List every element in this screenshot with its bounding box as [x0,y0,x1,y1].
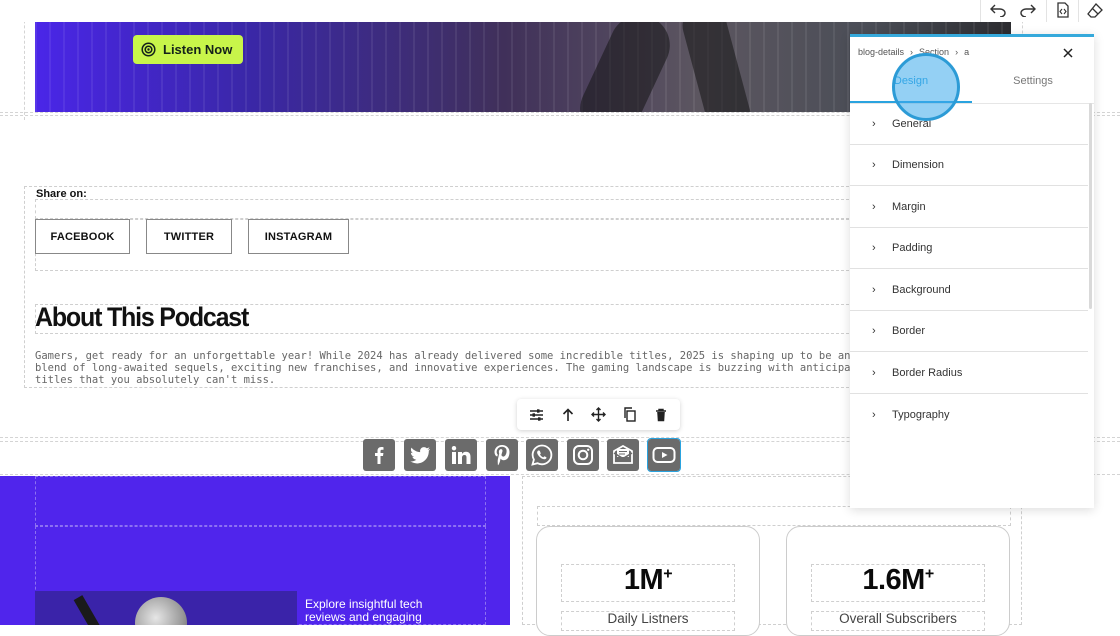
panel-section-general[interactable]: › General [850,104,1088,145]
stat-card-subscribers: 1.6M+ Overall Subscribers [786,526,1010,636]
toolbar-divider [1046,0,1047,22]
whatsapp-icon [531,444,553,466]
linkedin-icon [451,446,471,464]
microphone-shape [135,597,187,625]
trash-icon [655,408,666,421]
close-panel-button[interactable] [1060,45,1076,61]
section-label: Border Radius [892,367,963,379]
eraser-button[interactable] [1080,0,1110,20]
podcast-host-image [35,591,297,625]
section-label: Border [892,325,926,337]
email-icon [613,445,633,464]
close-icon [1063,48,1073,58]
about-text-line: Gamers, get ready for an unforgettable y… [35,350,850,362]
redo-button[interactable] [1013,0,1043,20]
podcast-promo-text: Explore insightful tech reviews and enga… [305,598,455,624]
mic-stand-shape [73,595,103,625]
about-text-line: titles that you absolutely can't miss. [35,374,276,386]
podcast-icon [141,42,156,57]
share-label: Share on: [36,188,87,200]
share-twitter-button[interactable]: TWITTER [146,219,232,254]
element-settings-button[interactable] [525,403,549,427]
share-facebook-button[interactable]: FACEBOOK [35,219,130,254]
element-toolbar [517,399,680,430]
undo-button[interactable] [983,0,1013,20]
panel-section-dimension[interactable]: › Dimension [850,145,1088,186]
share-instagram-button[interactable]: INSTAGRAM [248,219,349,254]
social-email-link[interactable] [607,439,639,471]
sliders-icon [530,408,543,421]
chevron-right-icon: › [872,284,876,296]
listen-now-button[interactable]: Listen Now [133,35,243,64]
chevron-right-icon: › [872,408,876,421]
panel-section-padding[interactable]: › Padding [850,228,1088,269]
stat-value: 1.6M+ [862,564,934,596]
toolbar-divider [1078,0,1079,22]
chevron-right-icon: › [872,118,876,130]
style-panel: blog-details › Section › a Design Settin… [850,34,1094,508]
section-label: Margin [892,201,926,213]
breadcrumb-item[interactable]: blog-details [858,47,904,57]
breadcrumb: blog-details › Section › a [858,47,969,57]
promo-text-line: reviews and engaging [305,610,422,624]
social-whatsapp-link[interactable] [526,439,558,471]
youtube-icon [652,447,676,463]
duplicate-element-button[interactable] [618,403,642,427]
undo-icon [990,4,1006,17]
chevron-right-icon: › [910,47,914,57]
stat-label: Overall Subscribers [839,611,957,626]
move-element-button[interactable] [587,403,611,427]
code-file-icon [1057,2,1069,18]
editor-top-toolbar [0,0,1120,22]
panel-section-margin[interactable]: › Margin [850,187,1088,228]
twitter-icon [410,447,430,464]
panel-scrollbar[interactable] [1089,103,1092,309]
chevron-right-icon: › [872,325,876,337]
panel-section-border[interactable]: › Border [850,311,1088,352]
panel-section-border-radius[interactable]: › Border Radius [850,353,1088,394]
instagram-icon [573,445,593,465]
code-view-button[interactable] [1048,0,1078,20]
tab-design[interactable]: Design [850,75,972,101]
section-label: Padding [892,242,933,254]
section-label: Background [892,284,951,296]
delete-element-button[interactable] [649,403,673,427]
facebook-icon [375,447,384,464]
chevron-right-icon: › [955,47,959,57]
social-instagram-link[interactable] [567,439,599,471]
breadcrumb-item[interactable]: a [964,47,969,57]
section-label: General [892,118,932,130]
about-text-line: blend of long-awaited sequels, exciting … [35,362,850,374]
arrow-up-icon [562,407,573,421]
redo-icon [1020,4,1036,17]
pinterest-icon [494,445,510,466]
social-youtube-link[interactable] [647,438,681,472]
about-podcast-title: About This Podcast [35,302,249,333]
listen-now-label: Listen Now [163,42,233,57]
section-label: Typography [892,408,950,421]
social-pinterest-link[interactable] [486,439,518,471]
chevron-right-icon: › [872,367,876,379]
chevron-right-icon: › [872,242,876,254]
social-twitter-link[interactable] [404,439,436,471]
toolbar-divider [980,0,981,22]
panel-section-background[interactable]: › Background [850,270,1088,311]
stat-value: 1M+ [623,564,673,596]
eraser-icon [1087,2,1103,18]
breadcrumb-item[interactable]: Section [919,47,949,57]
copy-icon [624,407,636,422]
stat-label: Daily Listners [607,611,689,626]
chevron-right-icon: › [872,159,876,171]
about-podcast-text: Gamers, get ready for an unforgettable y… [35,350,850,386]
select-parent-button[interactable] [556,403,580,427]
social-facebook-link[interactable] [363,439,395,471]
panel-section-typography[interactable]: › Typography [850,394,1088,435]
move-icon [591,407,606,422]
section-label: Dimension [892,159,944,171]
tab-settings[interactable]: Settings [972,75,1094,101]
social-linkedin-link[interactable] [445,439,477,471]
chevron-right-icon: › [872,201,876,213]
active-tab-indicator [850,101,972,103]
stat-card-listeners: 1M+ Daily Listners [536,526,760,636]
